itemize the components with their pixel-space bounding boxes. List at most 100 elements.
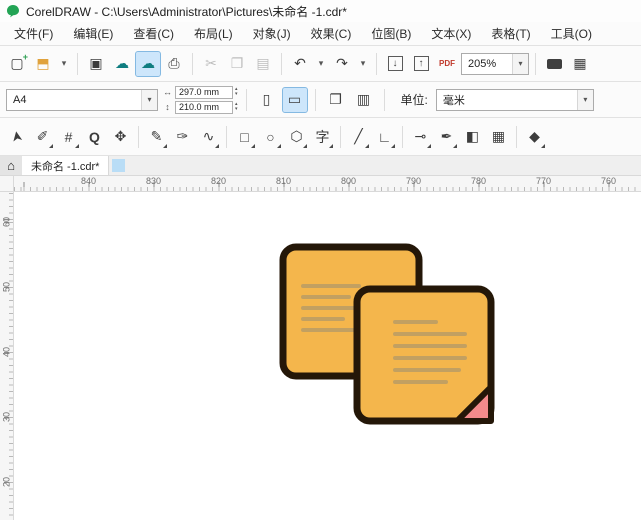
portrait-button[interactable]: ▯ (255, 88, 279, 112)
sticky-notes-illustration[interactable] (274, 237, 504, 432)
paste-icon: ▤ (256, 55, 270, 71)
home-button[interactable]: ⌂ (0, 156, 22, 175)
flyout-icon (49, 143, 53, 148)
menu-edit[interactable]: 编辑(E) (63, 22, 123, 45)
artistic-media-tool[interactable]: ✑ (170, 124, 195, 150)
portrait-icon: ▯ (262, 91, 271, 107)
redo-dropdown-button[interactable]: ▾ (356, 52, 370, 76)
crop-tool[interactable]: # (56, 124, 81, 150)
open-button[interactable]: ⬒ (31, 52, 55, 76)
interactive-fill-tool[interactable]: ◆ (522, 124, 547, 150)
ellipse-tool[interactable]: ○ (258, 124, 283, 150)
flyout-icon (75, 143, 79, 148)
units-combobox[interactable]: 毫米 ▾ (435, 88, 594, 111)
separator (77, 52, 78, 75)
save-button[interactable]: ▣ (84, 52, 108, 76)
document-tab-bar: ⌂ 未命名 -1.cdr* (0, 156, 641, 176)
front-note-shape[interactable] (353, 285, 495, 425)
page-width-icon: ↔ (163, 87, 172, 97)
ruler-number: 760 (600, 176, 617, 186)
flyout-icon (365, 143, 369, 148)
width-spinner[interactable]: ▴ ▾ (235, 87, 238, 97)
menu-table[interactable]: 表格(T) (481, 22, 540, 45)
ellipse-tool-icon: ○ (266, 128, 275, 145)
menu-view[interactable]: 查看(C) (123, 22, 184, 45)
fullscreen-preview-button[interactable] (542, 52, 566, 76)
eyedropper-tool[interactable]: ⊸ (408, 124, 433, 150)
ruler-number: 780 (470, 176, 487, 186)
cloud-open-button[interactable]: ☁ (110, 52, 134, 76)
separator (340, 125, 341, 148)
shape-tool-icon: ✐ (36, 128, 49, 144)
cut-icon: ✂ (205, 55, 217, 71)
page-height-field[interactable] (175, 100, 233, 114)
undo-dropdown-button[interactable]: ▾ (314, 52, 328, 76)
show-grid-button[interactable]: ▦ (568, 52, 592, 76)
line-tool-icon: ╱ (354, 128, 363, 144)
paste-button[interactable]: ▤ (251, 52, 275, 76)
menu-layout[interactable]: 布局(L) (184, 22, 243, 45)
coreldraw-app-icon (7, 5, 19, 18)
polygon-tool[interactable]: ⬡ (284, 124, 309, 150)
cut-button[interactable]: ✂ (199, 52, 223, 76)
chevron-down-icon: ▾ (576, 89, 593, 110)
separator (138, 125, 139, 148)
height-spinner[interactable]: ▴ ▾ (235, 102, 238, 112)
open-dropdown-button[interactable]: ▾ (57, 52, 71, 76)
publish-pdf-button[interactable]: PDF (435, 52, 459, 76)
menu-tools[interactable]: 工具(O) (541, 22, 602, 45)
chevron-down-icon: ▾ (512, 53, 528, 74)
landscape-button[interactable]: ▭ (281, 86, 308, 113)
flyout-icon (391, 143, 395, 148)
pan-tool[interactable]: ✥ (108, 124, 133, 150)
freehand-tool[interactable]: ✎ (144, 124, 169, 150)
menu-effects[interactable]: 效果(C) (301, 22, 362, 45)
bezier-tool[interactable]: ∿ (196, 124, 221, 150)
menu-text[interactable]: 文本(X) (421, 22, 481, 45)
menu-file[interactable]: 文件(F) (4, 22, 63, 45)
print-button[interactable]: ⎙ (162, 52, 186, 76)
menu-bitmaps[interactable]: 位图(B) (361, 22, 421, 45)
export-button[interactable]: ↑ (409, 52, 433, 76)
connector-tool[interactable]: ∟ (372, 124, 397, 150)
flyout-icon (215, 143, 219, 148)
zoom-level-combobox[interactable]: 205% ▾ (461, 52, 529, 75)
outline-pen-tool[interactable]: ✒ (434, 124, 459, 150)
drawing-canvas[interactable] (14, 192, 641, 520)
ruler-number: 50 (1, 282, 12, 293)
current-page-button[interactable]: ▥ (352, 88, 376, 112)
zoom-tool[interactable]: Q (82, 124, 107, 150)
line-tool[interactable]: ╱ (346, 124, 371, 150)
page-size-combobox[interactable]: A4 ▾ (6, 88, 158, 111)
transparency-tool-icon: ▦ (491, 128, 506, 144)
menu-object[interactable]: 对象(J) (243, 22, 301, 45)
ruler-number: 20 (1, 477, 12, 488)
connector-tool-icon: ∟ (377, 128, 392, 145)
shape-tool[interactable]: ✐ (30, 124, 55, 150)
import-button[interactable]: ↓ (383, 52, 407, 76)
redo-button[interactable]: ↷ (330, 52, 354, 76)
flyout-icon (163, 143, 167, 148)
ruler-row: 840 830 820 810 800 790 780 770 760 (0, 176, 641, 192)
bezier-tool-icon: ∿ (202, 128, 215, 144)
home-icon: ⌂ (7, 158, 15, 173)
document-tab[interactable]: 未命名 -1.cdr* (22, 156, 110, 175)
undo-button[interactable]: ↶ (288, 52, 312, 76)
smart-fill-tool[interactable]: ◧ (460, 124, 485, 150)
page-width-field[interactable] (175, 85, 233, 99)
text-tool[interactable]: 字 (310, 124, 335, 150)
cloud-download-icon: ☁ (115, 55, 129, 71)
new-tab-button[interactable] (112, 159, 126, 172)
import-icon: ↓ (387, 56, 403, 71)
horizontal-ruler: 840 830 820 810 800 790 780 770 760 (14, 176, 641, 192)
separator (192, 52, 193, 75)
transparency-tool[interactable]: ▦ (486, 124, 511, 150)
all-pages-button[interactable]: ❐ (324, 88, 348, 112)
new-document-button[interactable]: ▢ + (5, 52, 29, 76)
interactive-fill-tool-icon: ◆ (529, 128, 540, 144)
cloud-save-button[interactable]: ☁ (135, 50, 161, 77)
copy-button[interactable]: ❐ (225, 52, 249, 76)
rectangle-tool[interactable]: □ (232, 124, 257, 150)
menu-bar: 文件(F) 编辑(E) 查看(C) 布局(L) 对象(J) 效果(C) 位图(B… (0, 22, 641, 46)
pick-tool[interactable]: ➤ (4, 124, 29, 150)
